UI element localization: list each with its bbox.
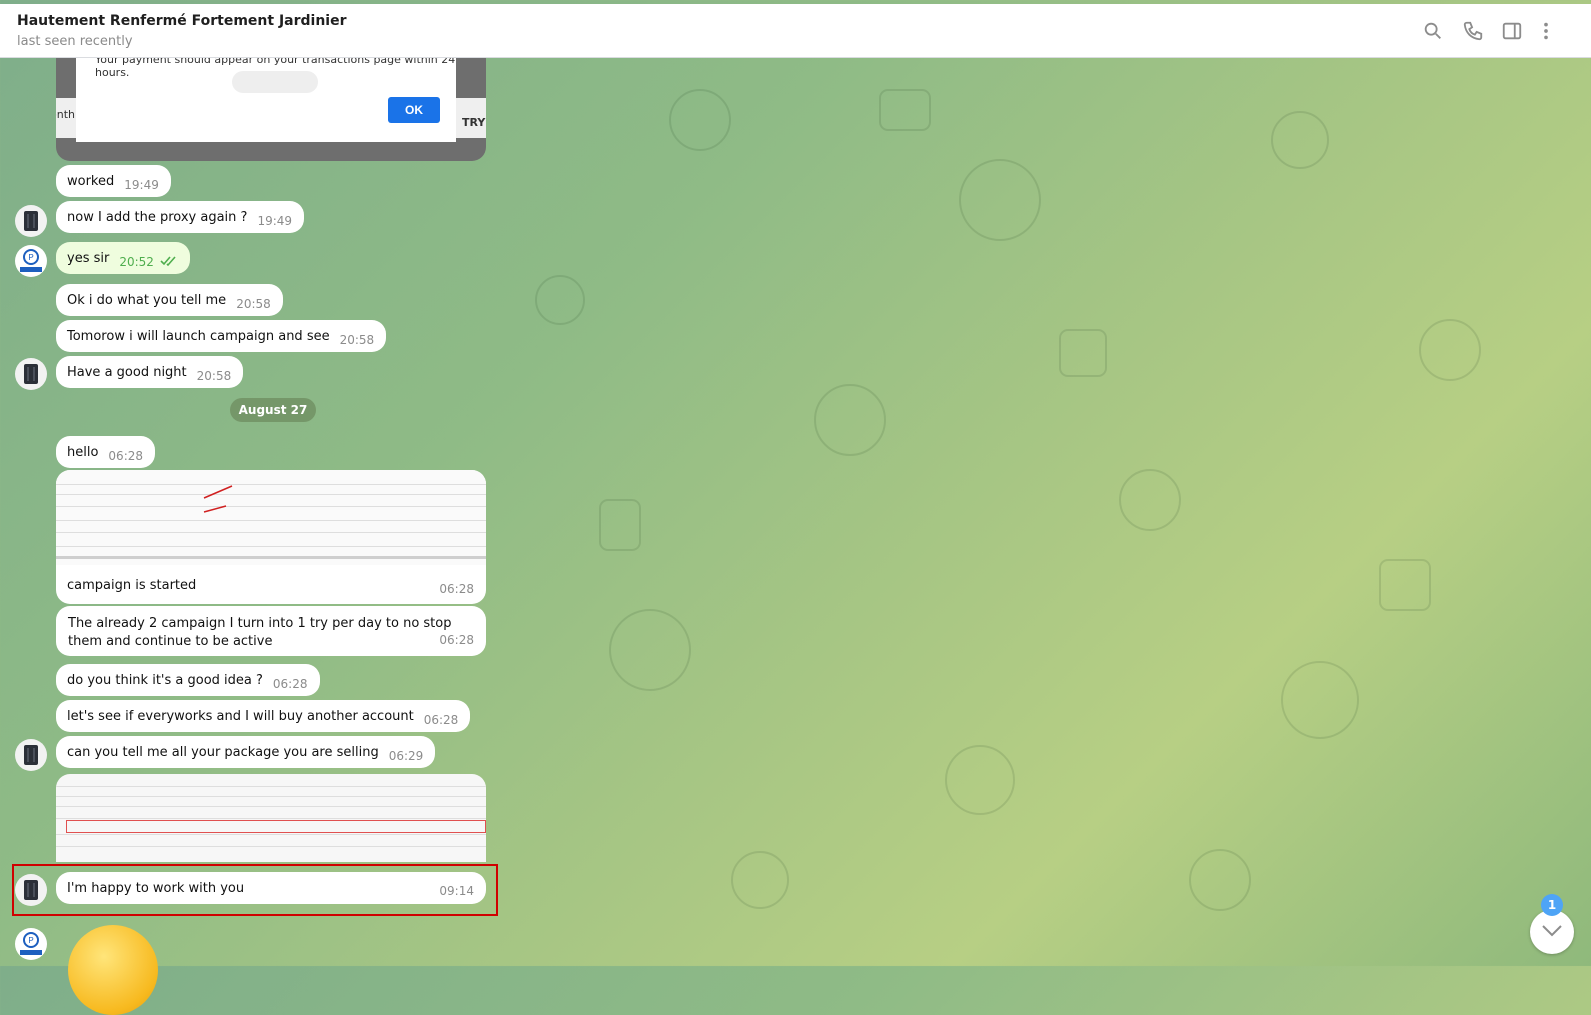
message-bubble[interactable]: Ok i do what you tell me 20:58 xyxy=(56,284,283,316)
screenshot-fragment: onth xyxy=(56,108,75,121)
message-text: Tomorow i will launch campaign and see xyxy=(67,329,330,344)
date-separator: August 27 xyxy=(230,398,316,422)
campaign-screenshot-attachment[interactable] xyxy=(56,774,486,862)
phone-avatar-icon xyxy=(24,211,38,231)
message-text: yes sir xyxy=(67,251,110,266)
message-bubble[interactable]: Have a good night 20:58 xyxy=(56,356,244,388)
message-text: hello xyxy=(67,445,99,460)
svg-text:P: P xyxy=(28,936,33,945)
message-bubble[interactable]: now I add the proxy again ? 19:49 xyxy=(56,201,305,233)
message-text: campaign is started xyxy=(67,578,197,593)
avatar[interactable]: P xyxy=(15,928,47,960)
message-bubble-outgoing[interactable]: yes sir 20:52 xyxy=(56,242,190,274)
message-time: 06:28 xyxy=(108,449,144,463)
ok-button: OK xyxy=(388,97,440,123)
message-text: do you think it's a good idea ? xyxy=(67,673,263,688)
chevron-down-icon xyxy=(1542,925,1562,937)
message-time: 06:28 xyxy=(439,582,474,596)
message-time: 20:58 xyxy=(339,333,375,347)
phone-avatar-icon xyxy=(24,745,38,765)
message-bubble[interactable]: Tomorow i will launch campaign and see 20… xyxy=(56,320,387,352)
smiling-emoji-icon[interactable] xyxy=(68,925,158,1015)
message-bubble[interactable]: hello 06:28 xyxy=(56,436,156,468)
profads-logo-icon: P xyxy=(20,249,42,272)
avatar[interactable]: P xyxy=(15,245,47,277)
message-time: 19:49 xyxy=(124,178,159,192)
sidebar-toggle-icon[interactable] xyxy=(1501,20,1523,42)
red-arrow-annotation xyxy=(203,485,233,513)
phone-icon[interactable] xyxy=(1462,20,1484,42)
red-highlight-box xyxy=(12,864,498,916)
message-text: now I add the proxy again ? xyxy=(67,210,248,225)
payment-dialog: Your payment should appear on your trans… xyxy=(76,58,456,142)
message-text: The already 2 campaign I turn into 1 try… xyxy=(68,616,452,649)
campaign-screenshot-message[interactable]: campaign is started 06:28 xyxy=(56,470,486,604)
avatar[interactable] xyxy=(15,739,47,771)
message-text: Ok i do what you tell me xyxy=(67,293,227,308)
search-icon[interactable] xyxy=(1422,20,1444,42)
message-bubble[interactable]: can you tell me all your package you are… xyxy=(56,736,436,768)
message-bubble[interactable]: do you think it's a good idea ? 06:28 xyxy=(56,664,320,696)
double-check-icon xyxy=(160,255,178,271)
phone-avatar-icon xyxy=(24,364,38,384)
message-text: Have a good night xyxy=(67,365,187,380)
message-time: 19:49 xyxy=(257,214,293,228)
screenshot-attachment[interactable]: onth TRY Your payment should appear on y… xyxy=(56,58,486,161)
message-time: 20:52 xyxy=(119,255,154,269)
chat-header: Hautement Renfermé Fortement Jardinier l… xyxy=(0,4,1591,58)
message-time: 06:29 xyxy=(388,749,424,763)
chat-title[interactable]: Hautement Renfermé Fortement Jardinier xyxy=(17,13,347,29)
avatar[interactable] xyxy=(15,205,47,237)
message-text: worked xyxy=(67,174,115,189)
message-bubble[interactable]: The already 2 campaign I turn into 1 try… xyxy=(56,606,486,656)
scroll-to-bottom-button[interactable] xyxy=(1530,910,1574,954)
message-text: can you tell me all your package you are… xyxy=(67,745,379,760)
message-bubble[interactable]: let's see if everyworks and I will buy a… xyxy=(56,700,471,732)
campaign-table-image[interactable] xyxy=(56,470,486,565)
message-text: let's see if everyworks and I will buy a… xyxy=(67,709,414,724)
message-bubble[interactable]: worked 19:49 xyxy=(56,165,171,197)
message-time: 06:28 xyxy=(423,713,459,727)
chat-status: last seen recently xyxy=(17,34,133,49)
message-time: 20:58 xyxy=(196,369,232,383)
more-options-icon[interactable] xyxy=(1535,20,1557,42)
message-time: 20:58 xyxy=(236,297,271,311)
screenshot-fragment: TRY xyxy=(462,116,486,129)
message-time: 06:28 xyxy=(272,677,308,691)
svg-text:P: P xyxy=(28,253,33,262)
message-time: 06:28 xyxy=(439,633,474,647)
profads-logo-icon: P xyxy=(20,932,42,955)
highlighted-row xyxy=(66,820,486,833)
unread-count-badge: 1 xyxy=(1541,894,1563,916)
avatar[interactable] xyxy=(15,358,47,390)
